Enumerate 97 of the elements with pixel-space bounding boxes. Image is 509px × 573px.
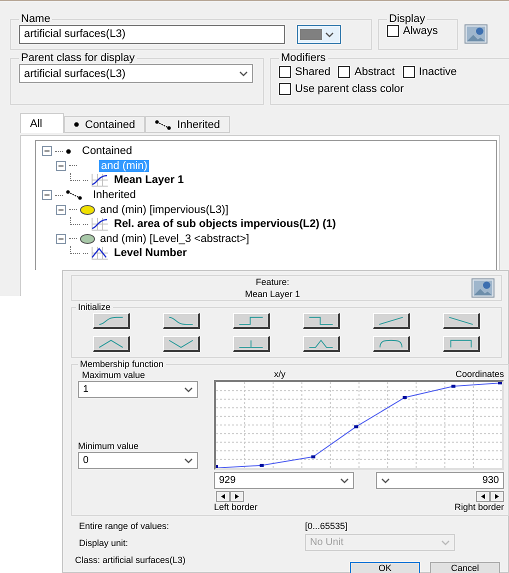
dot-icon — [74, 122, 79, 127]
right-button[interactable] — [490, 491, 504, 502]
feature-name: Mean Layer 1 — [244, 288, 300, 300]
image-icon[interactable] — [464, 23, 488, 45]
chevron-down-icon — [441, 540, 450, 546]
tree-item[interactable]: Mean Layer 1 — [112, 174, 186, 186]
shape-button[interactable] — [232, 313, 270, 329]
shape-button[interactable] — [92, 336, 130, 352]
right-border-dropdown[interactable]: 930 — [376, 472, 504, 489]
rising-curve-icon — [91, 173, 109, 188]
shape-button[interactable] — [92, 313, 130, 329]
plot-label: Coordinates — [455, 369, 504, 380]
collapse-icon[interactable] — [56, 234, 66, 244]
right-arrow-icon — [495, 494, 499, 499]
shape-button[interactable] — [373, 313, 410, 329]
tree-line — [70, 216, 80, 225]
dialog-button[interactable]: Cancel — [430, 562, 500, 573]
field-label: Minimum value — [78, 441, 139, 451]
tab[interactable]: Inherited — [145, 116, 230, 133]
class-dot — [80, 234, 95, 244]
group-label: Membership function — [79, 359, 165, 369]
right-arrow-icon — [235, 494, 239, 499]
class-label: Class: artificial surfaces(L3) — [75, 555, 187, 565]
tree-line — [55, 150, 63, 152]
chevron-down-icon — [325, 32, 334, 38]
chevron-down-icon — [184, 458, 193, 464]
chevron-down-icon — [381, 478, 390, 484]
border-label: Right border — [454, 502, 504, 512]
chevron-down-icon — [340, 478, 349, 484]
connector-icon — [155, 120, 172, 130]
left-button[interactable] — [216, 491, 230, 502]
field-label: Maximum value — [81, 370, 146, 380]
group-label: Name — [20, 13, 52, 25]
parent-class-dropdown[interactable]: artificial surfaces(L3) — [19, 64, 253, 83]
color-picker[interactable] — [297, 25, 341, 44]
shape-button[interactable] — [162, 313, 200, 329]
plot-label: x/y — [274, 369, 286, 380]
tree-item[interactable]: Inherited — [91, 189, 138, 202]
maximum-dropdown[interactable]: 1 — [78, 381, 198, 398]
shape-button[interactable] — [373, 336, 410, 352]
tree-line — [83, 224, 88, 225]
checkbox[interactable]: Shared — [279, 66, 330, 78]
unit-label: Display unit: — [79, 538, 130, 548]
shape-button[interactable] — [443, 336, 480, 352]
collapse-icon[interactable] — [42, 190, 52, 200]
tab[interactable]: All — [20, 113, 64, 133]
shape-button[interactable] — [303, 336, 340, 352]
left-border-dropdown[interactable]: 929 — [214, 472, 354, 489]
tree-line — [69, 165, 77, 166]
tree-line — [83, 180, 88, 181]
shape-button[interactable] — [303, 313, 340, 329]
tree-item[interactable]: and (min) [Level_3 <abstract>] — [98, 232, 252, 245]
peak-curve-icon — [91, 246, 109, 260]
tree-item[interactable]: Rel. area of sub objects impervious(L2) (1) — [112, 218, 338, 230]
connector-icon — [66, 190, 82, 200]
right-button[interactable] — [230, 491, 244, 502]
tree-item[interactable]: and (min) [impervious(L3)] — [98, 204, 230, 216]
dot-icon — [66, 148, 71, 154]
collapse-icon[interactable] — [56, 204, 66, 215]
border-label: Left border — [214, 502, 258, 512]
rising-curve-icon — [91, 217, 109, 232]
checkbox[interactable]: Use parent class color — [279, 83, 404, 95]
group-label: Initialize — [77, 302, 112, 312]
tree-line — [70, 172, 80, 181]
class-dot — [80, 204, 95, 215]
tree-line — [69, 209, 77, 210]
shape-button[interactable] — [232, 336, 270, 352]
left-button[interactable] — [476, 491, 490, 502]
image-icon[interactable] — [471, 277, 495, 299]
tree-line — [69, 238, 77, 240]
tree-item[interactable]: Level Number — [112, 247, 189, 260]
collapse-icon[interactable] — [42, 146, 52, 156]
left-arrow-icon — [221, 494, 225, 499]
tree-line — [55, 194, 63, 196]
left-arrow-icon — [481, 494, 485, 499]
checkbox[interactable]: Always — [387, 25, 438, 37]
name-field[interactable]: artificial surfaces(L3) — [19, 25, 285, 44]
chevron-down-icon — [239, 70, 248, 76]
dialog-button[interactable]: OK — [350, 562, 420, 573]
tab[interactable]: Contained — [64, 116, 146, 133]
checkbox[interactable]: Inactive — [402, 66, 457, 78]
tree-line — [70, 246, 80, 254]
shape-button[interactable] — [443, 313, 480, 329]
membership-plot[interactable] — [214, 380, 504, 470]
range-label: Entire range of values: — [79, 520, 170, 530]
tree-line — [83, 252, 88, 254]
tree-item[interactable]: Contained — [80, 145, 134, 158]
shape-button[interactable] — [162, 336, 200, 352]
range-value: [0...65535] — [305, 520, 349, 530]
chevron-down-icon — [184, 386, 193, 392]
collapse-icon[interactable] — [56, 160, 66, 171]
group-label: Modifiers — [280, 52, 327, 64]
group-label: Display — [388, 13, 426, 25]
dialog-title: Feature: — [256, 276, 290, 288]
checkbox[interactable]: Abstract — [338, 66, 395, 78]
minimum-dropdown[interactable]: 0 — [78, 452, 198, 469]
group-label: Parent class for display — [20, 52, 136, 64]
